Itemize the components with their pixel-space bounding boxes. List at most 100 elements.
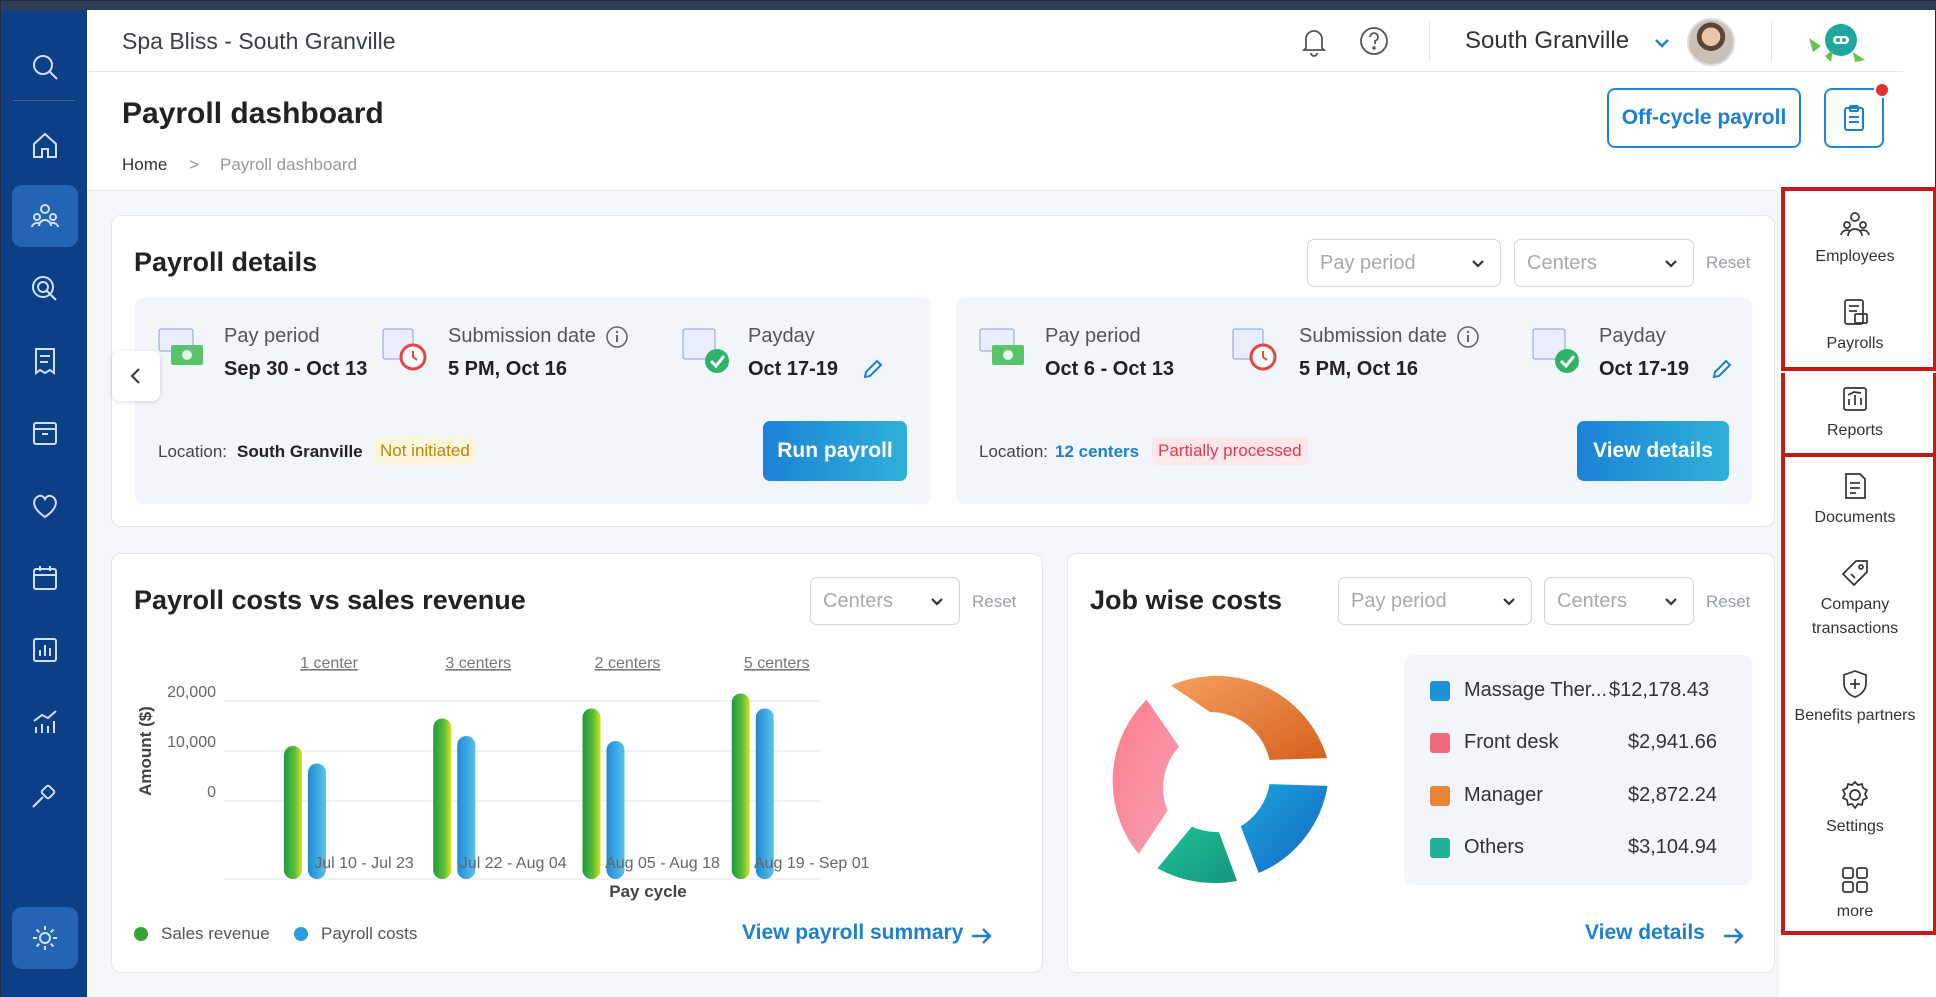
centers-select[interactable]: Centers [1514,239,1694,287]
job-view-details-link[interactable]: View details [1585,921,1705,945]
donut-segment-front-desk [1106,692,1186,862]
view-details-button[interactable]: View details [1577,421,1729,481]
job-reset-link[interactable]: Reset [1706,592,1750,612]
bar-sales [284,746,302,879]
job-pay-period-select[interactable]: Pay period [1338,577,1532,625]
legend-label-sales: Sales revenue [161,924,270,943]
carousel-prev-button[interactable] [112,351,160,401]
job-value-massage: $12,178.43 [1609,679,1710,701]
tools-icon[interactable] [12,764,78,826]
location-centers-link[interactable]: 12 centers [1055,442,1139,462]
breadcrumb-home[interactable]: Home [122,155,167,175]
payday-check-icon [682,328,729,373]
location-value: South Granville [237,442,363,461]
job-value-manager: $2,872.24 [1628,784,1717,806]
people-icon[interactable] [12,185,78,247]
job-pay-period-label: Pay period [1351,589,1447,612]
costs-chart-title: Payroll costs vs sales revenue [134,585,526,615]
home-icon[interactable] [12,114,78,176]
highlight-box-bottom [1781,453,1936,935]
legend-swatch-sales [134,927,148,941]
location-selector[interactable]: South Granville [1465,27,1629,55]
job-name-others: Others [1464,836,1525,858]
chevron-down-icon [1472,260,1484,268]
header-divider [1429,22,1430,62]
legend-swatch-payroll [294,927,308,941]
edit-pencil-icon[interactable] [1710,357,1734,381]
box-icon[interactable] [12,402,78,464]
app-window: Spa Bliss - South Granville South Granvi… [0,0,1936,997]
submission-date-label: Submission date [1299,325,1447,347]
clipboard-icon [1844,105,1864,131]
report-chart-icon[interactable] [12,619,78,681]
y-tick-label: 20,000 [167,684,216,701]
sidebar-divider [13,100,75,101]
group-label: 1 center [300,655,358,672]
target-pointer-icon[interactable] [12,258,78,320]
window-top-stripe [1,1,1936,10]
bar-sales [433,718,452,879]
heart-icon[interactable] [12,475,78,537]
calendar-icon[interactable] [12,547,78,609]
donut-segment-others [1150,820,1244,890]
bar-sales [582,708,601,879]
info-icon[interactable] [605,325,629,349]
job-name-massage: Massage Ther... [1464,679,1608,701]
bell-icon[interactable] [1297,24,1331,58]
status-badge: Partially processed [1152,437,1308,465]
x-axis-label: Pay cycle [609,882,687,901]
location-label: Location: [158,442,227,461]
settings-gear-icon[interactable] [12,907,78,969]
chevron-down-icon [1503,598,1515,606]
run-payroll-button[interactable]: Run payroll [763,421,907,481]
location-label: Location: [979,442,1048,461]
payday-value: Oct 17-19 [1599,358,1690,380]
receipt-icon[interactable] [12,330,78,392]
view-payroll-summary-link[interactable]: View payroll summary [742,921,963,945]
job-costs-donut-chart [1106,669,1334,890]
chart-centers-select[interactable]: Centers [810,577,960,625]
clipboard-button[interactable] [1824,88,1884,148]
pay-period-label: Pay period [1045,325,1141,347]
pay-period-value: Oct 6 - Oct 13 [1045,358,1174,380]
reset-link[interactable]: Reset [1706,253,1750,273]
left-sidebar [1,10,87,997]
pay-period-select[interactable]: Pay period [1307,239,1501,287]
info-icon[interactable] [1456,325,1480,349]
chart-reset-link[interactable]: Reset [972,592,1016,612]
job-name-front-desk: Front desk [1464,731,1559,753]
money-calendar-icon [979,328,1024,365]
job-centers-select[interactable]: Centers [1544,577,1694,625]
group-label: 2 centers [595,655,661,672]
arrow-right-icon[interactable] [969,923,995,949]
chevron-down-icon[interactable] [1653,34,1671,52]
highlight-box-middle [1781,373,1936,453]
user-avatar[interactable] [1687,18,1735,66]
donut-segment-manager [1162,669,1334,766]
money-calendar-icon [158,328,203,365]
submission-date-value: 5 PM, Oct 16 [1299,358,1418,380]
chevron-left-icon [130,368,140,384]
chevron-down-icon [1665,260,1677,268]
submission-date-label: Submission date [448,325,596,347]
group-label: 3 centers [445,655,511,672]
chart-centers-label: Centers [823,589,894,612]
arrow-right-icon[interactable] [1721,923,1747,949]
trend-chart-icon[interactable] [12,691,78,753]
alarm-clock-icon [1232,328,1277,371]
help-icon[interactable] [1357,24,1391,58]
business-title: Spa Bliss - South Granville [122,28,396,54]
header-divider-2 [1771,22,1772,62]
alarm-clock-icon [382,328,427,371]
off-cycle-payroll-button[interactable]: Off-cycle payroll [1607,88,1801,148]
payroll-details-title: Payroll details [134,247,318,277]
pay-period-label: Pay period [224,325,320,347]
top-header: Spa Bliss - South Granville South Granvi… [87,10,1903,72]
pay-period-value: Sep 30 - Oct 13 [224,358,368,380]
search-icon[interactable] [12,36,78,98]
edit-pencil-icon[interactable] [861,357,885,381]
bar-sales [731,693,750,879]
highlight-box-top [1781,187,1936,371]
group-label: 5 centers [744,655,810,672]
status-badge: Not initiated [374,437,476,465]
